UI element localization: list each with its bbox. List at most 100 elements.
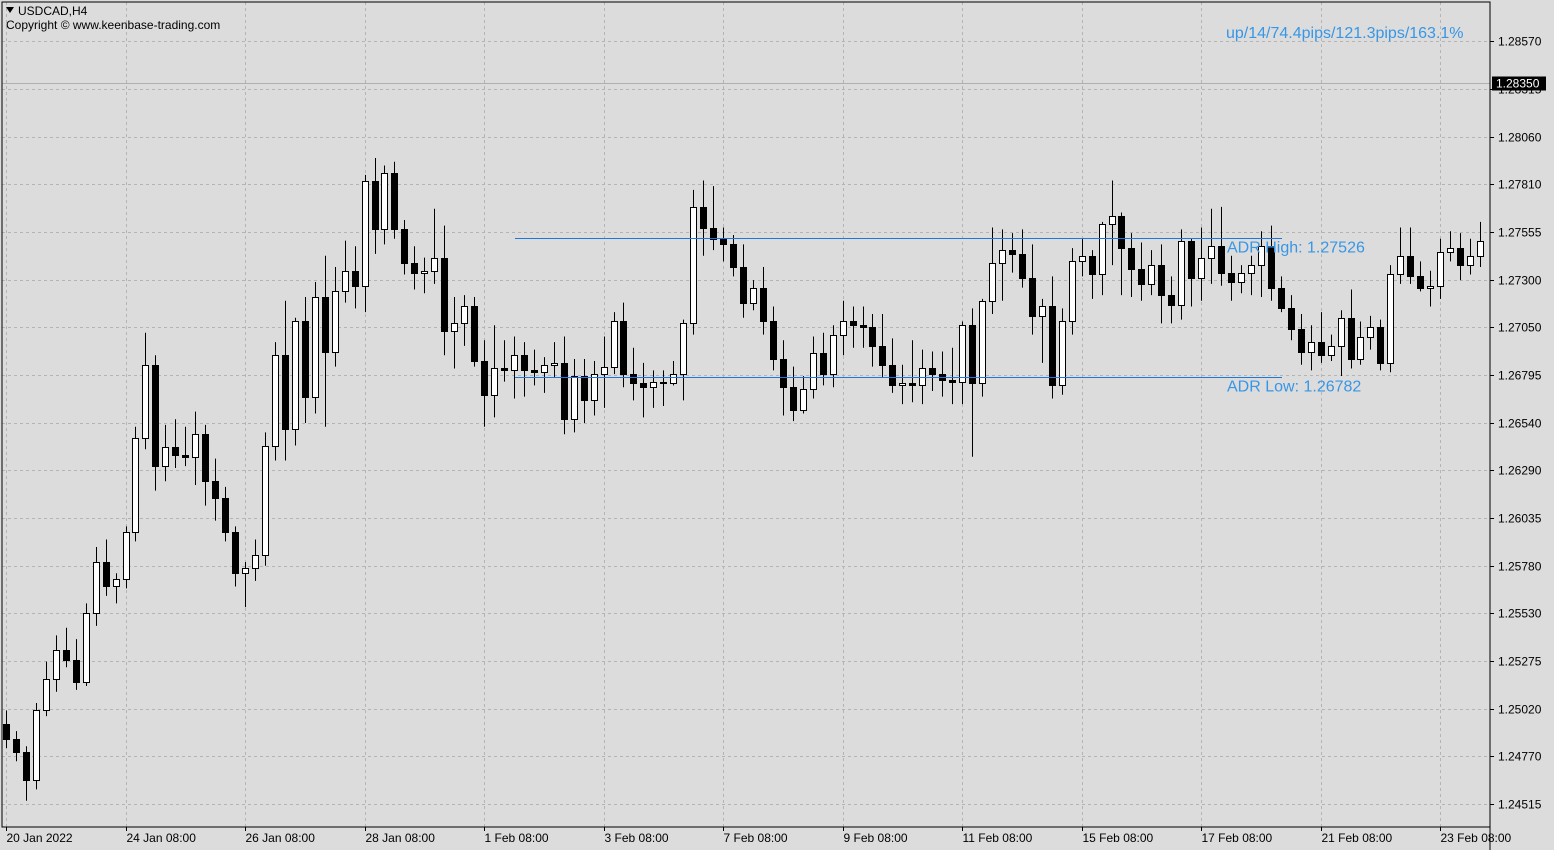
candle-body <box>232 532 239 574</box>
candle-body <box>700 207 707 229</box>
candle-body <box>282 355 289 430</box>
candle-body <box>1457 248 1464 266</box>
candle-body <box>909 383 916 386</box>
price-tick-label: 1.28570 <box>1498 35 1542 49</box>
time-tick-label: 20 Jan 2022 <box>7 831 73 845</box>
candle-body <box>630 374 637 384</box>
candle-body <box>123 532 130 580</box>
candle-body <box>1338 318 1345 347</box>
candle-body <box>1427 286 1434 289</box>
time-tick-label: 28 Jan 08:00 <box>366 831 436 845</box>
candle <box>132 426 139 542</box>
candle-body <box>451 323 458 332</box>
candle <box>272 342 279 461</box>
price-tick-label: 1.25020 <box>1498 703 1542 717</box>
candle-body <box>1367 327 1374 338</box>
time-tick-label: 3 Feb 08:00 <box>605 831 669 845</box>
candle-body <box>780 359 787 388</box>
candle-body <box>1238 273 1245 283</box>
candle-body <box>471 306 478 362</box>
candle <box>312 282 319 414</box>
candle-body <box>601 367 608 375</box>
candle-body <box>1168 295 1175 306</box>
candle-body <box>352 271 359 287</box>
candle <box>1377 319 1384 371</box>
candle-body <box>531 370 538 373</box>
candle <box>1069 248 1076 335</box>
candle-body <box>929 368 936 375</box>
time-tick-label: 23 Feb 08:00 <box>1441 831 1512 845</box>
candle-body <box>1188 241 1195 279</box>
candle-body <box>710 228 717 240</box>
candlestick-chart[interactable]: ADR High: 1.27526 ADR Low: 1.26782 up/14/7… <box>0 0 1554 850</box>
candle-body <box>620 321 627 375</box>
candle-body <box>1059 321 1066 386</box>
candle-body <box>650 382 657 388</box>
price-tick-label: 1.27300 <box>1498 274 1542 288</box>
candle-body <box>1377 327 1384 364</box>
candle <box>979 298 986 397</box>
candle-body <box>93 562 100 614</box>
chart-background <box>0 0 1554 850</box>
candle-body <box>740 267 747 304</box>
candle-body <box>1049 306 1056 386</box>
candle-body <box>322 297 329 353</box>
candle <box>262 432 269 566</box>
candle-body <box>959 325 966 383</box>
candle-body <box>272 355 279 447</box>
candle-body <box>421 271 428 274</box>
candle-body <box>611 321 618 368</box>
candle-body <box>730 244 737 268</box>
price-tick-label: 1.27810 <box>1498 178 1542 192</box>
candle-body <box>879 346 886 366</box>
candle-body <box>1407 256 1414 277</box>
price-tick-label: 1.24515 <box>1498 798 1542 812</box>
candle-body <box>113 579 120 587</box>
candle-body <box>1397 256 1404 275</box>
candle <box>1387 265 1394 373</box>
candle-body <box>1029 278 1036 317</box>
candle-body <box>1019 254 1026 279</box>
candle-body <box>1357 337 1364 360</box>
candle-body <box>1079 256 1086 262</box>
symbol-title[interactable]: USDCAD,H4 <box>6 4 87 18</box>
candle-body <box>1477 241 1484 257</box>
candle-body <box>312 297 319 398</box>
dropdown-triangle-icon[interactable] <box>6 7 14 13</box>
candle-body <box>401 229 408 264</box>
candle <box>611 312 618 375</box>
price-tick-label: 1.26540 <box>1498 417 1542 431</box>
candle-body <box>860 325 867 328</box>
candle-body <box>581 376 588 401</box>
time-tick-label: 11 Feb 08:00 <box>963 831 1033 845</box>
chart-window[interactable]: ADR High: 1.27526 ADR Low: 1.26782 up/14/7… <box>0 0 1554 850</box>
candle-body <box>1148 265 1155 285</box>
candle-body <box>1308 342 1315 353</box>
candle-body <box>660 382 667 384</box>
adr-low-label: ADR Low: 1.26782 <box>1227 379 1361 396</box>
price-tick-label: 1.24770 <box>1498 750 1542 764</box>
candle <box>83 603 90 687</box>
candle-body <box>1158 265 1165 296</box>
candle-body <box>640 383 647 388</box>
candle-body <box>670 374 677 384</box>
candle-body <box>212 481 219 499</box>
candle-body <box>770 321 777 360</box>
candle-body <box>501 368 508 371</box>
candle <box>391 161 398 239</box>
adr-high-label: ADR High: 1.27526 <box>1227 240 1365 257</box>
candle-body <box>810 353 817 390</box>
candle-body <box>1387 274 1394 364</box>
price-tick-label: 1.27050 <box>1498 321 1542 335</box>
time-tick-label: 9 Feb 08:00 <box>844 831 908 845</box>
candle-body <box>252 555 259 569</box>
candle-body <box>332 291 339 353</box>
candle-body <box>3 724 10 740</box>
candle-body <box>899 383 906 386</box>
candle-body <box>43 679 50 711</box>
candle-body <box>162 447 169 467</box>
candle-body <box>541 365 548 373</box>
candle-body <box>1298 329 1305 353</box>
candle-body <box>1089 256 1096 275</box>
candle-body <box>1417 276 1424 289</box>
